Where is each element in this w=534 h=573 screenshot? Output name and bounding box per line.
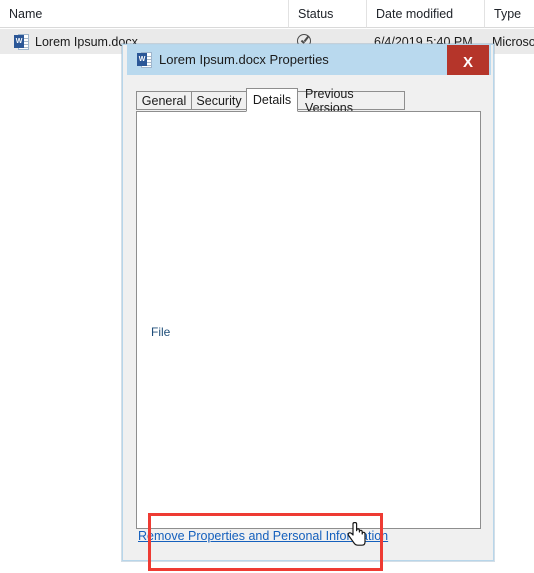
column-header-status[interactable]: Status [288,0,366,28]
tab-general[interactable]: General [136,91,192,110]
column-header-date-modified-label: Date modified [376,6,454,21]
tab-details[interactable]: Details [246,88,298,112]
file-type-cell: Microsof [492,29,534,54]
column-header-name-label: Name [9,6,43,21]
column-header-status-label: Status [298,6,334,21]
word-document-icon: W [14,34,29,50]
tab-security[interactable]: Security [191,91,247,110]
file-type-label: Microsof [492,34,534,49]
titlebar-word-document-icon: W [137,52,152,68]
column-header-date-modified[interactable]: Date modified [366,0,484,28]
tab-general-label: General [141,93,187,108]
tab-previous-versions[interactable]: Previous Versions [297,87,405,115]
tab-details-label: Details [252,93,292,107]
hand-cursor-icon [347,522,366,546]
screen: Name Status Date modified Type W Lorem I… [0,0,534,573]
dialog-title: Lorem Ipsum.docx Properties [159,52,329,67]
column-header-name[interactable]: Name [0,0,288,28]
column-header-type-label: Type [494,6,522,21]
details-tab-panel [136,111,481,529]
tab-security-label: Security [196,93,242,108]
properties-dialog: W Lorem Ipsum.docx Properties X General … [122,44,494,571]
dialog-body: General Security Details Previous Versio… [127,75,491,571]
section-label: File [151,324,177,339]
dialog-titlebar[interactable]: W Lorem Ipsum.docx Properties [127,45,491,75]
column-header-type[interactable]: Type [484,0,534,28]
